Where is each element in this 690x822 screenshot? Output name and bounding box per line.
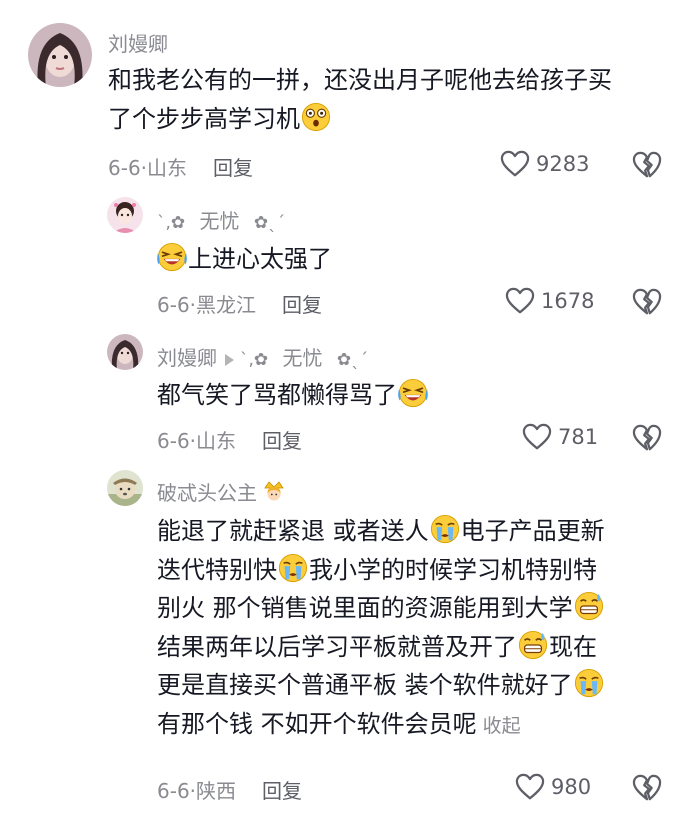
laugh-crying-emoji bbox=[398, 378, 428, 408]
name-decoration: ✿ˎˊ bbox=[253, 213, 286, 233]
comment-date: 6-6 bbox=[157, 293, 190, 317]
comment-line-text: 别火 那个销售说里面的资源能用到大学 bbox=[157, 594, 573, 622]
comment-line-text: 有那个钱 不如开个软件会员呢 bbox=[157, 709, 477, 738]
reply-to-name[interactable]: 无忧 bbox=[283, 346, 323, 370]
comment-line-text: 更是直接买个普通平板 装个软件就好了 bbox=[157, 671, 573, 699]
comment-line: 迭代特别快 我小学的时候学习机特别特 bbox=[157, 551, 605, 590]
crying-face-emoji bbox=[278, 553, 308, 583]
comment-line-text: 了个步步高学习机 bbox=[108, 104, 300, 133]
comment-line: 都气笑了骂都懒得骂了 bbox=[157, 376, 429, 415]
avatar[interactable] bbox=[107, 197, 143, 233]
comment-line: 别火 那个销售说里面的资源能用到大学 bbox=[157, 589, 605, 628]
author-name[interactable]: `,✿ 无忧 ✿ˎˊ bbox=[157, 205, 285, 234]
crying-face-emoji bbox=[574, 668, 604, 698]
avatar[interactable] bbox=[107, 334, 143, 370]
like-button[interactable]: 1678 bbox=[505, 287, 594, 315]
reply-button[interactable]: 回复 bbox=[282, 293, 322, 317]
comment-line: 和我老公有的一拼，还没出月子呢他去给孩子买 bbox=[108, 66, 612, 94]
comment-date: 6-6 bbox=[157, 779, 190, 803]
reply-arrow-icon bbox=[225, 353, 234, 366]
name-decoration: `,✿ bbox=[157, 213, 186, 233]
comment-line-text: 电子产品更新 bbox=[460, 517, 605, 545]
like-button[interactable]: 9283 bbox=[500, 150, 589, 178]
princess-crown-icon bbox=[264, 481, 284, 501]
laugh-crying-emoji bbox=[157, 242, 187, 272]
comment-line: 结果两年以后学习平板就普及开了 现在 bbox=[157, 628, 605, 667]
comment-location: 陕西 bbox=[196, 779, 237, 803]
comment-meta: 6-6·黑龙江 回复 bbox=[157, 289, 322, 318]
comment-text: 能退了就赶紧退 或者送人 电子产品更新 迭代特别快 我小学的时候学习机特别特 别火 … bbox=[157, 512, 605, 745]
like-count: 980 bbox=[551, 775, 592, 799]
author-name[interactable]: 刘嫚卿 `,✿ 无忧 ✿ˎˊ bbox=[157, 342, 368, 371]
broken-heart-icon bbox=[632, 288, 662, 316]
heart-outline-icon bbox=[505, 287, 535, 315]
like-count: 9283 bbox=[536, 152, 590, 176]
like-button[interactable]: 980 bbox=[515, 773, 591, 801]
author-name-text: 破忒头公主 bbox=[157, 481, 257, 505]
name-decoration: ✿ˎˊ bbox=[336, 350, 369, 370]
author-name[interactable]: 刘嫚卿 bbox=[108, 28, 168, 57]
comment-date: 6-6 bbox=[157, 429, 190, 453]
broken-heart-icon bbox=[632, 774, 662, 802]
comment-text: 和我老公有的一拼，还没出月子呢他去给孩子买 了个步步高学习机 bbox=[108, 61, 612, 138]
comment-location: 山东 bbox=[147, 156, 188, 180]
comment-line: 能退了就赶紧退 或者送人 电子产品更新 bbox=[157, 512, 605, 551]
shocked-face-emoji bbox=[301, 102, 331, 132]
comment-meta: 6-6·山东 回复 bbox=[157, 425, 302, 454]
comment-meta: 6-6·陕西 回复 bbox=[157, 775, 302, 804]
comment-line: 了个步步高学习机 bbox=[108, 100, 612, 139]
comment-line-text: 迭代特别快 bbox=[157, 555, 277, 584]
author-name[interactable]: 破忒头公主 bbox=[157, 477, 287, 506]
reply-button[interactable]: 回复 bbox=[262, 779, 302, 803]
like-count: 1678 bbox=[541, 289, 595, 313]
comment-meta: 6-6·山东 回复 bbox=[108, 152, 253, 181]
grin-sweat-emoji bbox=[574, 591, 604, 621]
reply-button[interactable]: 回复 bbox=[213, 156, 253, 180]
heart-outline-icon bbox=[515, 773, 545, 801]
broken-heart-icon bbox=[632, 424, 662, 452]
comment-line-text: 能退了就赶紧退 或者送人 bbox=[157, 517, 429, 545]
author-name-text: 刘嫚卿 bbox=[157, 346, 217, 370]
comment-line-text: 都气笑了骂都懒得骂了 bbox=[157, 381, 397, 409]
avatar[interactable] bbox=[107, 470, 143, 506]
author-name-text: 无忧 bbox=[199, 209, 240, 233]
comment-line: 有那个钱 不如开个软件会员呢 收起 bbox=[157, 705, 605, 746]
collapse-button[interactable]: 收起 bbox=[483, 715, 521, 737]
comment-line-text: 我小学的时候学习机特别特 bbox=[309, 555, 597, 584]
reply-button[interactable]: 回复 bbox=[262, 429, 302, 453]
comment-text: 上进心太强了 bbox=[157, 240, 332, 279]
dislike-button[interactable] bbox=[632, 774, 662, 806]
comment-line-text: 结果两年以后学习平板就普及开了 bbox=[157, 632, 517, 661]
avatar[interactable] bbox=[28, 23, 92, 87]
comment-line-text: 现在 bbox=[549, 632, 597, 661]
dislike-button[interactable] bbox=[632, 151, 662, 183]
comment-line-text: 上进心太强了 bbox=[188, 245, 332, 273]
like-count: 781 bbox=[558, 425, 599, 449]
comment-line: 上进心太强了 bbox=[157, 240, 332, 279]
like-button[interactable]: 781 bbox=[522, 423, 598, 451]
comment-location: 黑龙江 bbox=[196, 293, 257, 317]
comment-text: 都气笑了骂都懒得骂了 bbox=[157, 376, 429, 415]
broken-heart-icon bbox=[632, 151, 662, 179]
comment-location: 山东 bbox=[196, 429, 237, 453]
heart-outline-icon bbox=[500, 150, 530, 178]
crying-face-emoji bbox=[430, 514, 460, 544]
comment-date: 6-6 bbox=[108, 156, 141, 180]
name-decoration: `,✿ bbox=[240, 350, 269, 370]
grin-sweat-emoji bbox=[518, 630, 548, 660]
dislike-button[interactable] bbox=[632, 288, 662, 320]
dislike-button[interactable] bbox=[632, 424, 662, 456]
comment-line: 更是直接买个普通平板 装个软件就好了 bbox=[157, 666, 605, 705]
heart-outline-icon bbox=[522, 423, 552, 451]
